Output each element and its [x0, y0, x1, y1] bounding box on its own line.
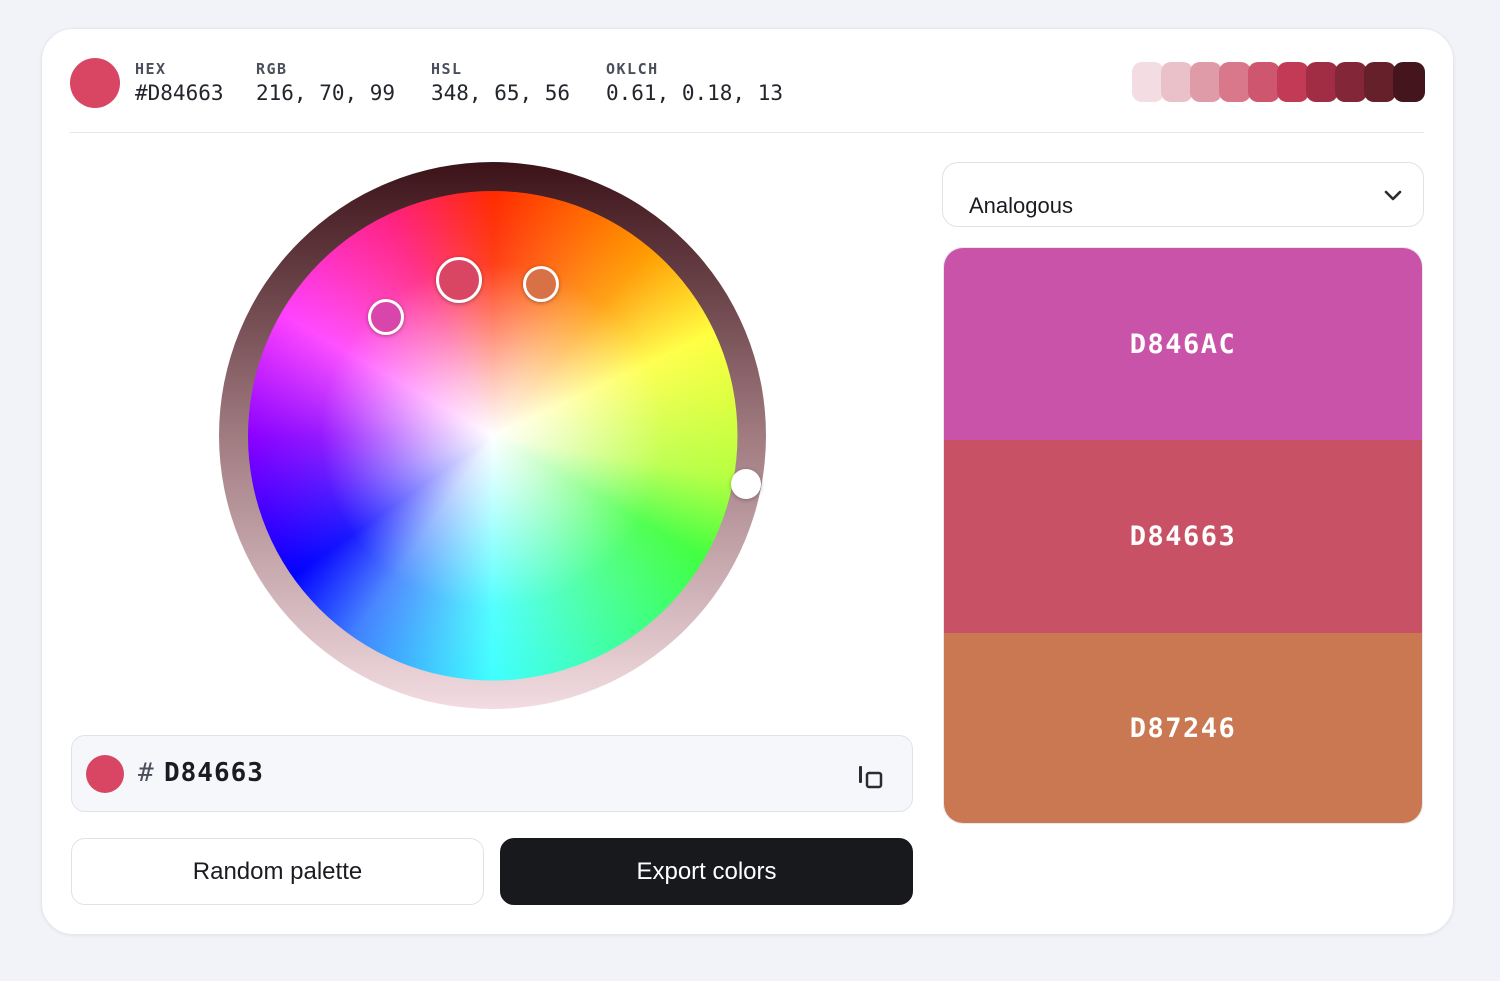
- palette-swatch-hex: D846AC: [1129, 328, 1237, 360]
- rgb-info: RGB 216, 70, 99: [256, 59, 395, 107]
- shade-strip: [1132, 62, 1425, 102]
- wheel-handle-analogous-2[interactable]: [523, 266, 559, 302]
- wheel-handle-primary[interactable]: [436, 257, 482, 303]
- palette-swatch-hex: D84663: [1129, 520, 1237, 552]
- random-palette-button[interactable]: Random palette: [71, 838, 484, 905]
- shade-swatch[interactable]: [1393, 62, 1425, 102]
- hex-input-field[interactable]: #: [71, 735, 913, 812]
- shade-swatch[interactable]: [1219, 62, 1251, 102]
- shade-swatch[interactable]: [1132, 62, 1164, 102]
- harmony-select[interactable]: Analogous: [942, 162, 1424, 227]
- oklch-value: 0.61, 0.18, 13: [606, 81, 784, 105]
- hsl-value: 348, 65, 56: [431, 81, 571, 105]
- hsl-label: HSL: [431, 60, 463, 78]
- hex-label: HEX: [135, 60, 167, 78]
- copy-icon[interactable]: [854, 760, 888, 794]
- harmony-palette: D846AC D84663 D87246: [943, 247, 1423, 824]
- color-wheel-graphic: [219, 162, 766, 709]
- oklch-info: OKLCH 0.61, 0.18, 13: [606, 59, 783, 107]
- lightness-knob[interactable]: [731, 469, 761, 499]
- rgb-value: 216, 70, 99: [256, 81, 396, 105]
- hash-prefix: #: [138, 758, 154, 788]
- hex-value: #D84663: [135, 81, 224, 105]
- shade-swatch[interactable]: [1190, 62, 1222, 102]
- hex-input[interactable]: [164, 758, 464, 788]
- wheel-handle-analogous-1[interactable]: [368, 299, 404, 335]
- shade-swatch[interactable]: [1364, 62, 1396, 102]
- palette-swatch[interactable]: D87246: [944, 632, 1422, 823]
- rgb-label: RGB: [256, 60, 288, 78]
- color-wheel[interactable]: [219, 162, 766, 709]
- header-divider: [70, 132, 1424, 133]
- chevron-down-icon: [1384, 190, 1402, 201]
- shade-swatch[interactable]: [1161, 62, 1193, 102]
- hsl-info: HSL 348, 65, 56: [431, 59, 570, 107]
- shade-swatch[interactable]: [1306, 62, 1338, 102]
- harmony-select-value: Analogous: [969, 193, 1073, 218]
- input-color-swatch: [86, 755, 124, 793]
- palette-swatch-hex: D87246: [1129, 713, 1237, 745]
- current-color-swatch: [70, 58, 120, 108]
- oklch-label: OKLCH: [606, 60, 659, 78]
- saturation-overlay: [247, 190, 738, 681]
- hex-info: HEX #D84663: [135, 59, 224, 107]
- shade-swatch[interactable]: [1277, 62, 1309, 102]
- shade-swatch[interactable]: [1248, 62, 1280, 102]
- palette-swatch[interactable]: D84663: [944, 440, 1422, 633]
- export-colors-button[interactable]: Export colors: [500, 838, 913, 905]
- palette-swatch[interactable]: D846AC: [944, 248, 1422, 441]
- shade-swatch[interactable]: [1335, 62, 1367, 102]
